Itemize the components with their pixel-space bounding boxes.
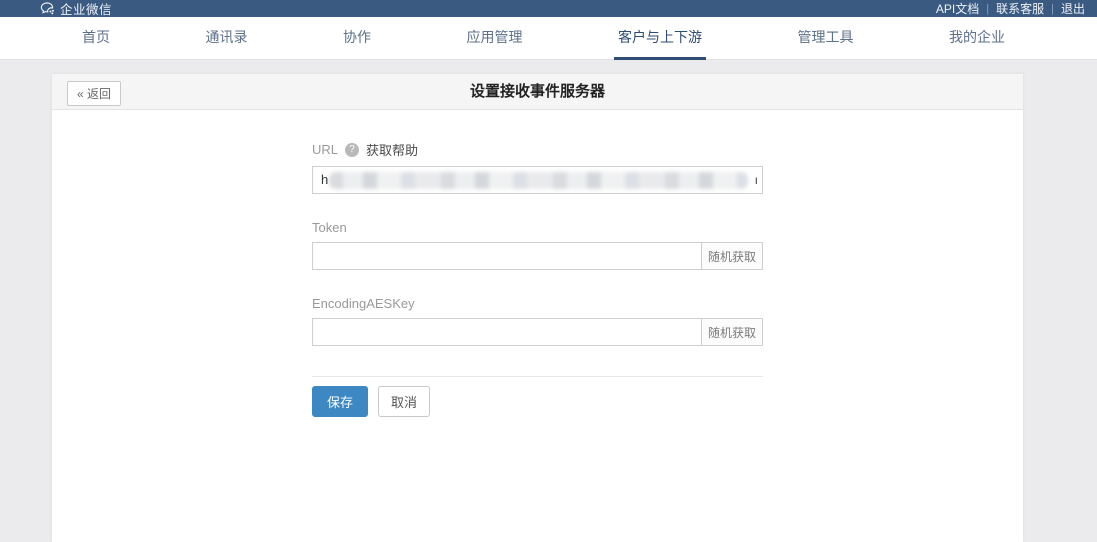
redacted-url-blur — [329, 172, 748, 189]
back-button[interactable]: « 返回 — [67, 81, 121, 106]
save-button[interactable]: 保存 — [312, 386, 368, 417]
nav-item-app-management[interactable]: 应用管理 — [463, 17, 527, 60]
nav-item-contacts[interactable]: 通讯录 — [202, 17, 252, 60]
form-actions: 保存 取消 — [312, 386, 763, 417]
navbar: 首页 通讯录 协作 应用管理 客户与上下游 管理工具 我的企业 — [0, 17, 1097, 60]
topbar-separator: | — [1051, 3, 1054, 15]
topbar: 企业微信 API文档 | 联系客服 | 退出 — [0, 0, 1097, 17]
url-field-group: URL ? 获取帮助 h ı — [312, 140, 763, 194]
nav-item-customers-upstream-downstream[interactable]: 客户与上下游 — [614, 17, 706, 60]
settings-card: « 返回 设置接收事件服务器 URL ? 获取帮助 h ı T — [52, 74, 1023, 542]
help-icon[interactable]: ? — [345, 143, 359, 157]
aeskey-label: EncodingAESKey — [312, 296, 415, 311]
form-divider — [312, 376, 763, 377]
topbar-link-logout[interactable]: 退出 — [1061, 0, 1085, 17]
token-random-generate-button[interactable]: 随机获取 — [701, 242, 763, 270]
aeskey-field-group: EncodingAESKey 随机获取 — [312, 296, 763, 346]
url-value-start: h — [321, 172, 328, 187]
card-body: URL ? 获取帮助 h ı Token 随机获取 — [52, 110, 1023, 417]
nav-item-collaboration[interactable]: 协作 — [339, 17, 375, 60]
token-input[interactable] — [312, 242, 702, 270]
url-value-end: ı — [755, 167, 758, 193]
get-help-link[interactable]: 获取帮助 — [366, 140, 418, 159]
url-label: URL — [312, 142, 338, 157]
token-label: Token — [312, 220, 347, 235]
wechat-work-logo-icon — [40, 2, 55, 15]
card-header: « 返回 设置接收事件服务器 — [52, 74, 1023, 110]
aeskey-input[interactable] — [312, 318, 702, 346]
nav-item-home[interactable]: 首页 — [78, 17, 114, 60]
brand: 企业微信 — [40, 0, 112, 18]
cancel-button[interactable]: 取消 — [378, 386, 430, 417]
nav-item-admin-tools[interactable]: 管理工具 — [794, 17, 858, 60]
topbar-link-api-docs[interactable]: API文档 — [936, 0, 979, 17]
nav-item-my-company[interactable]: 我的企业 — [945, 17, 1009, 60]
url-input[interactable]: h ı — [312, 166, 763, 194]
topbar-separator: | — [986, 3, 989, 15]
topbar-link-contact-support[interactable]: 联系客服 — [996, 0, 1044, 17]
token-field-group: Token 随机获取 — [312, 220, 763, 270]
brand-name: 企业微信 — [60, 0, 112, 18]
page-title: 设置接收事件服务器 — [52, 74, 1023, 110]
aeskey-random-generate-button[interactable]: 随机获取 — [701, 318, 763, 346]
topbar-links: API文档 | 联系客服 | 退出 — [936, 0, 1085, 17]
receive-event-server-form: URL ? 获取帮助 h ı Token 随机获取 — [312, 140, 763, 417]
